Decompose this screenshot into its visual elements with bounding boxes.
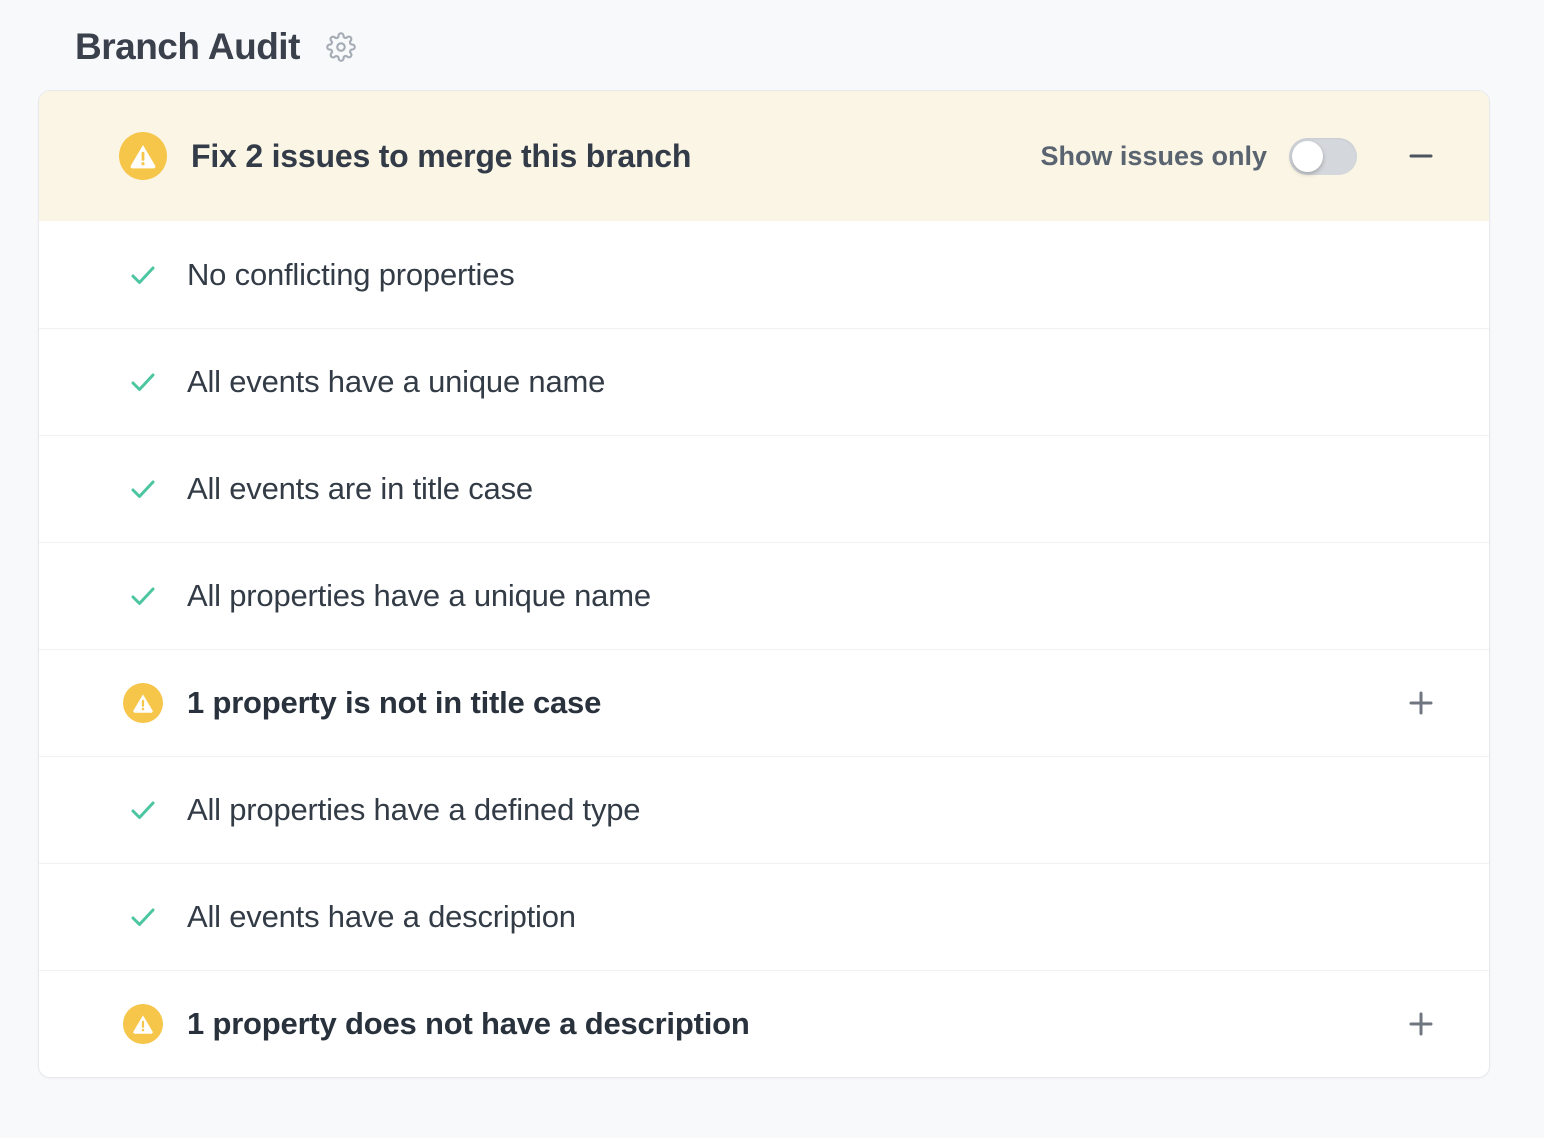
row-icon-box bbox=[119, 473, 167, 505]
expand-button[interactable] bbox=[1403, 685, 1439, 721]
row-label: 1 property does not have a description bbox=[187, 1006, 750, 1042]
audit-row: All events have a unique name bbox=[39, 328, 1489, 435]
warning-icon bbox=[123, 683, 163, 723]
row-icon-box bbox=[119, 259, 167, 291]
minus-icon bbox=[1406, 141, 1436, 171]
branch-audit-card: Fix 2 issues to merge this branch Show i… bbox=[38, 90, 1490, 1078]
banner-title: Fix 2 issues to merge this branch bbox=[191, 138, 691, 175]
audit-list: No conflicting properties All events hav… bbox=[39, 221, 1489, 1077]
audit-row: All events have a description bbox=[39, 863, 1489, 970]
show-issues-only-toggle[interactable] bbox=[1289, 138, 1357, 175]
toggle-knob bbox=[1292, 141, 1323, 172]
row-icon-box bbox=[119, 901, 167, 933]
check-icon bbox=[127, 259, 159, 291]
row-icon-box bbox=[119, 1004, 167, 1044]
banner-controls: Show issues only bbox=[1040, 138, 1439, 175]
audit-row[interactable]: 1 property is not in title case bbox=[39, 649, 1489, 756]
row-icon-box bbox=[119, 580, 167, 612]
audit-row[interactable]: 1 property does not have a description bbox=[39, 970, 1489, 1077]
plus-icon bbox=[1406, 1009, 1436, 1039]
row-label: No conflicting properties bbox=[187, 257, 515, 293]
audit-row: No conflicting properties bbox=[39, 221, 1489, 328]
row-label: All properties have a defined type bbox=[187, 792, 640, 828]
row-label: All properties have a unique name bbox=[187, 578, 651, 614]
gear-icon bbox=[326, 32, 356, 62]
audit-row: All properties have a unique name bbox=[39, 542, 1489, 649]
expand-button[interactable] bbox=[1403, 1006, 1439, 1042]
row-label: All events have a unique name bbox=[187, 364, 605, 400]
page-header: Branch Audit bbox=[0, 0, 1544, 68]
plus-icon bbox=[1406, 688, 1436, 718]
settings-button[interactable] bbox=[324, 30, 358, 64]
page-title: Branch Audit bbox=[75, 26, 300, 68]
row-label: All events have a description bbox=[187, 899, 576, 935]
row-icon-box bbox=[119, 683, 167, 723]
row-label: 1 property is not in title case bbox=[187, 685, 601, 721]
check-icon bbox=[127, 366, 159, 398]
collapse-button[interactable] bbox=[1403, 138, 1439, 174]
row-icon-box bbox=[119, 794, 167, 826]
warning-icon bbox=[123, 1004, 163, 1044]
warning-icon bbox=[119, 132, 167, 180]
check-icon bbox=[127, 901, 159, 933]
check-icon bbox=[127, 580, 159, 612]
check-icon bbox=[127, 794, 159, 826]
issues-banner: Fix 2 issues to merge this branch Show i… bbox=[39, 91, 1489, 221]
audit-row: All events are in title case bbox=[39, 435, 1489, 542]
show-issues-only-label: Show issues only bbox=[1040, 141, 1267, 172]
row-label: All events are in title case bbox=[187, 471, 533, 507]
row-icon-box bbox=[119, 366, 167, 398]
check-icon bbox=[127, 473, 159, 505]
audit-row: All properties have a defined type bbox=[39, 756, 1489, 863]
